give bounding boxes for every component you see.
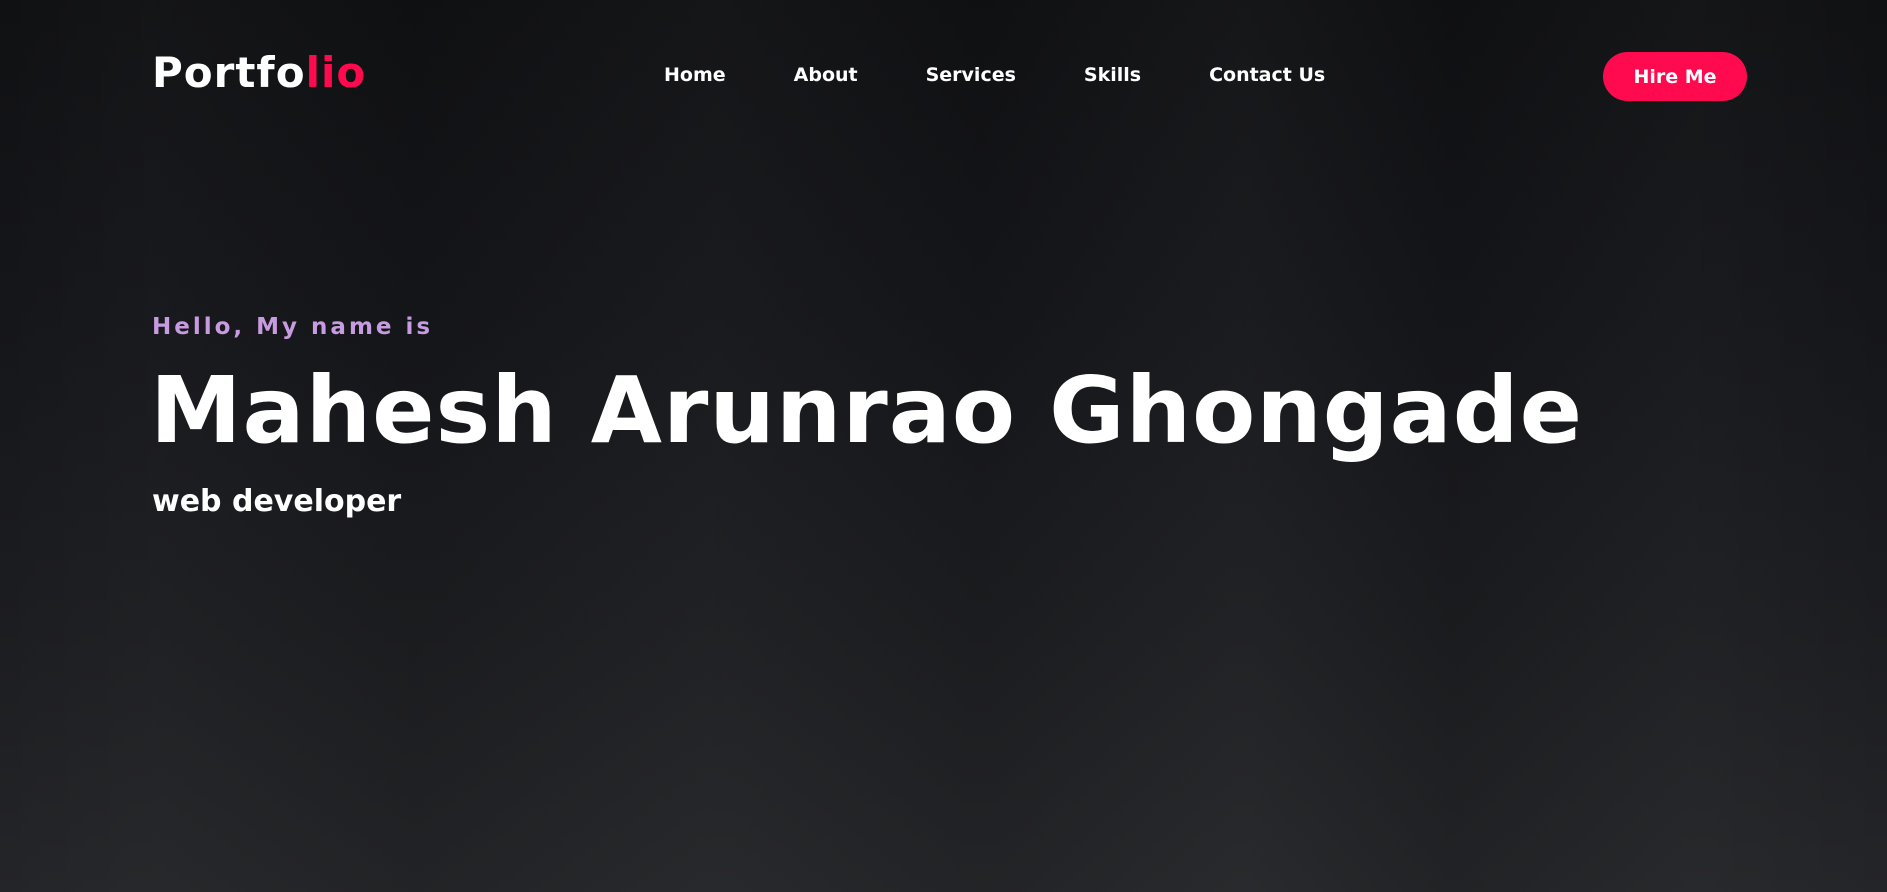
logo[interactable]: Portfolio [152,46,366,100]
nav-contact-us[interactable]: Contact Us [1209,62,1325,88]
logo-text-main: Portfo [152,48,306,97]
nav-home[interactable]: Home [664,62,726,88]
hero-greeting: Hello, My name is [152,314,434,340]
nav-about[interactable]: About [794,62,858,88]
logo-text-accent: lio [305,48,367,97]
hero-role: web developer [152,484,402,519]
hire-me-button[interactable]: Hire Me [1603,52,1747,101]
nav-skills[interactable]: Skills [1084,62,1141,88]
nav-services[interactable]: Services [926,62,1016,88]
site-header: Portfolio Home About Services Skills Con… [0,0,1887,150]
main-nav: Home About Services Skills Contact Us [664,62,1325,88]
hero-name: Mahesh Arunrao Ghongade [150,357,1583,464]
